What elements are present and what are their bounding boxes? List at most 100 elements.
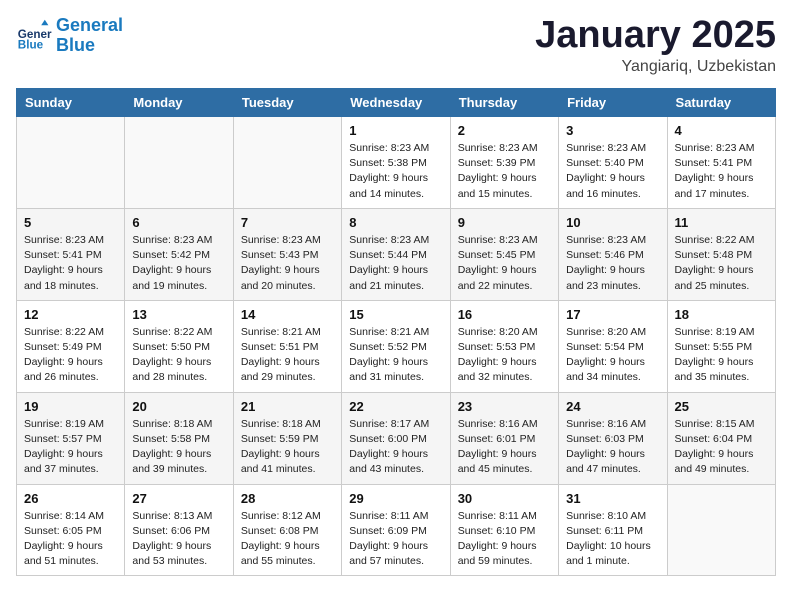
calendar-day-cell: 16 Sunrise: 8:20 AMSunset: 5:53 PMDayligh… [450,300,558,392]
day-info: Sunrise: 8:11 AMSunset: 6:10 PMDaylight:… [458,509,551,570]
day-number: 24 [566,399,659,414]
calendar-week-row: 5Sunrise: 8:23 AMSunset: 5:41 PMDaylight… [17,208,776,300]
calendar-day-cell: 27 Sunrise: 8:13 AMSunset: 6:06 PMDayligh… [125,484,233,576]
calendar-day-cell: 18 Sunrise: 8:19 AMSunset: 5:55 PMDayligh… [667,300,775,392]
location-subtitle: Yangiariq, Uzbekistan [535,58,776,76]
calendar-day-cell: 22 Sunrise: 8:17 AMSunset: 6:00 PMDayligh… [342,392,450,484]
day-number: 21 [241,399,334,414]
day-info: Sunrise: 8:21 AMSunset: 5:51 PMDaylight:… [241,325,334,386]
day-info: Sunrise: 8:16 AMSunset: 6:03 PMDaylight:… [566,417,659,478]
day-number: 12 [24,307,117,322]
weekday-header: Tuesday [233,89,341,117]
calendar-day-cell: 25Sunrise: 8:15 AMSunset: 6:04 PMDayligh… [667,392,775,484]
weekday-header: Thursday [450,89,558,117]
day-info: Sunrise: 8:23 AMSunset: 5:44 PMDaylight:… [349,233,442,294]
day-number: 14 [241,307,334,322]
day-info: Sunrise: 8:17 AMSunset: 6:00 PMDaylight:… [349,417,442,478]
day-number: 16 [458,307,551,322]
calendar-day-cell: 8 Sunrise: 8:23 AMSunset: 5:44 PMDaylight… [342,208,450,300]
day-info: Sunrise: 8:11 AMSunset: 6:09 PMDaylight:… [349,509,442,570]
calendar-day-cell: 14 Sunrise: 8:21 AMSunset: 5:51 PMDayligh… [233,300,341,392]
day-number: 13 [132,307,225,322]
day-number: 6 [132,215,225,230]
calendar-day-cell: 20Sunrise: 8:18 AMSunset: 5:58 PMDayligh… [125,392,233,484]
weekday-header: Wednesday [342,89,450,117]
day-info: Sunrise: 8:20 AMSunset: 5:53 PMDaylight:… [458,325,551,386]
day-number: 9 [458,215,551,230]
day-info: Sunrise: 8:23 AMSunset: 5:41 PMDaylight:… [675,141,768,202]
weekday-header: Friday [559,89,667,117]
day-number: 10 [566,215,659,230]
calendar-day-cell: 28 Sunrise: 8:12 AMSunset: 6:08 PMDayligh… [233,484,341,576]
calendar-day-cell: 11 Sunrise: 8:22 AMSunset: 5:48 PMDayligh… [667,208,775,300]
empty-calendar-cell [667,484,775,576]
calendar-day-cell: 21 Sunrise: 8:18 AMSunset: 5:59 PMDayligh… [233,392,341,484]
day-info: Sunrise: 8:18 AMSunset: 5:59 PMDaylight:… [241,417,334,478]
calendar-day-cell: 15 Sunrise: 8:21 AMSunset: 5:52 PMDayligh… [342,300,450,392]
month-title: January 2025 [535,16,776,54]
calendar-day-cell: 1 Sunrise: 8:23 AMSunset: 5:38 PMDaylight… [342,117,450,209]
day-info: Sunrise: 8:19 AMSunset: 5:57 PMDaylight:… [24,417,117,478]
calendar-day-cell: 4 Sunrise: 8:23 AMSunset: 5:41 PMDaylight… [667,117,775,209]
logo-text: GeneralBlue [56,16,123,56]
calendar-day-cell: 30 Sunrise: 8:11 AMSunset: 6:10 PMDayligh… [450,484,558,576]
calendar-day-cell: 5Sunrise: 8:23 AMSunset: 5:41 PMDaylight… [17,208,125,300]
day-info: Sunrise: 8:22 AMSunset: 5:49 PMDaylight:… [24,325,117,386]
day-info: Sunrise: 8:23 AMSunset: 5:39 PMDaylight:… [458,141,551,202]
calendar-day-cell: 29Sunrise: 8:11 AMSunset: 6:09 PMDayligh… [342,484,450,576]
day-info: Sunrise: 8:19 AMSunset: 5:55 PMDaylight:… [675,325,768,386]
calendar-header: SundayMondayTuesdayWednesdayThursdayFrid… [17,89,776,117]
day-number: 7 [241,215,334,230]
day-number: 4 [675,123,768,138]
calendar-day-cell: 3Sunrise: 8:23 AMSunset: 5:40 PMDaylight… [559,117,667,209]
calendar-day-cell: 10 Sunrise: 8:23 AMSunset: 5:46 PMDayligh… [559,208,667,300]
day-number: 20 [132,399,225,414]
day-info: Sunrise: 8:23 AMSunset: 5:38 PMDaylight:… [349,141,442,202]
day-number: 19 [24,399,117,414]
day-info: Sunrise: 8:23 AMSunset: 5:46 PMDaylight:… [566,233,659,294]
day-number: 30 [458,491,551,506]
calendar-day-cell: 13 Sunrise: 8:22 AMSunset: 5:50 PMDayligh… [125,300,233,392]
logo-icon: General Blue [16,18,52,54]
day-number: 27 [132,491,225,506]
calendar-body: 1 Sunrise: 8:23 AMSunset: 5:38 PMDaylight… [17,117,776,576]
day-number: 18 [675,307,768,322]
calendar-day-cell: 9Sunrise: 8:23 AMSunset: 5:45 PMDaylight… [450,208,558,300]
logo: General Blue GeneralBlue [16,16,123,56]
day-number: 17 [566,307,659,322]
calendar-day-cell: 19 Sunrise: 8:19 AMSunset: 5:57 PMDayligh… [17,392,125,484]
day-number: 1 [349,123,442,138]
day-number: 2 [458,123,551,138]
day-number: 23 [458,399,551,414]
weekday-header: Sunday [17,89,125,117]
weekday-header: Saturday [667,89,775,117]
calendar-week-row: 12 Sunrise: 8:22 AMSunset: 5:49 PMDayligh… [17,300,776,392]
day-number: 25 [675,399,768,414]
day-number: 26 [24,491,117,506]
calendar-week-row: 19 Sunrise: 8:19 AMSunset: 5:57 PMDayligh… [17,392,776,484]
day-info: Sunrise: 8:21 AMSunset: 5:52 PMDaylight:… [349,325,442,386]
calendar-day-cell: 17 Sunrise: 8:20 AMSunset: 5:54 PMDayligh… [559,300,667,392]
day-info: Sunrise: 8:12 AMSunset: 6:08 PMDaylight:… [241,509,334,570]
day-info: Sunrise: 8:23 AMSunset: 5:43 PMDaylight:… [241,233,334,294]
day-info: Sunrise: 8:22 AMSunset: 5:48 PMDaylight:… [675,233,768,294]
day-number: 5 [24,215,117,230]
day-info: Sunrise: 8:16 AMSunset: 6:01 PMDaylight:… [458,417,551,478]
svg-text:Blue: Blue [18,38,44,51]
calendar-table: SundayMondayTuesdayWednesdayThursdayFrid… [16,88,776,576]
empty-calendar-cell [233,117,341,209]
calendar-day-cell: 26Sunrise: 8:14 AMSunset: 6:05 PMDayligh… [17,484,125,576]
calendar-day-cell: 2 Sunrise: 8:23 AMSunset: 5:39 PMDaylight… [450,117,558,209]
calendar-day-cell: 23 Sunrise: 8:16 AMSunset: 6:01 PMDayligh… [450,392,558,484]
day-number: 3 [566,123,659,138]
calendar-day-cell: 6Sunrise: 8:23 AMSunset: 5:42 PMDaylight… [125,208,233,300]
day-info: Sunrise: 8:13 AMSunset: 6:06 PMDaylight:… [132,509,225,570]
day-number: 15 [349,307,442,322]
calendar-week-row: 1 Sunrise: 8:23 AMSunset: 5:38 PMDaylight… [17,117,776,209]
day-number: 28 [241,491,334,506]
day-info: Sunrise: 8:20 AMSunset: 5:54 PMDaylight:… [566,325,659,386]
day-info: Sunrise: 8:22 AMSunset: 5:50 PMDaylight:… [132,325,225,386]
day-number: 11 [675,215,768,230]
day-number: 8 [349,215,442,230]
day-number: 22 [349,399,442,414]
